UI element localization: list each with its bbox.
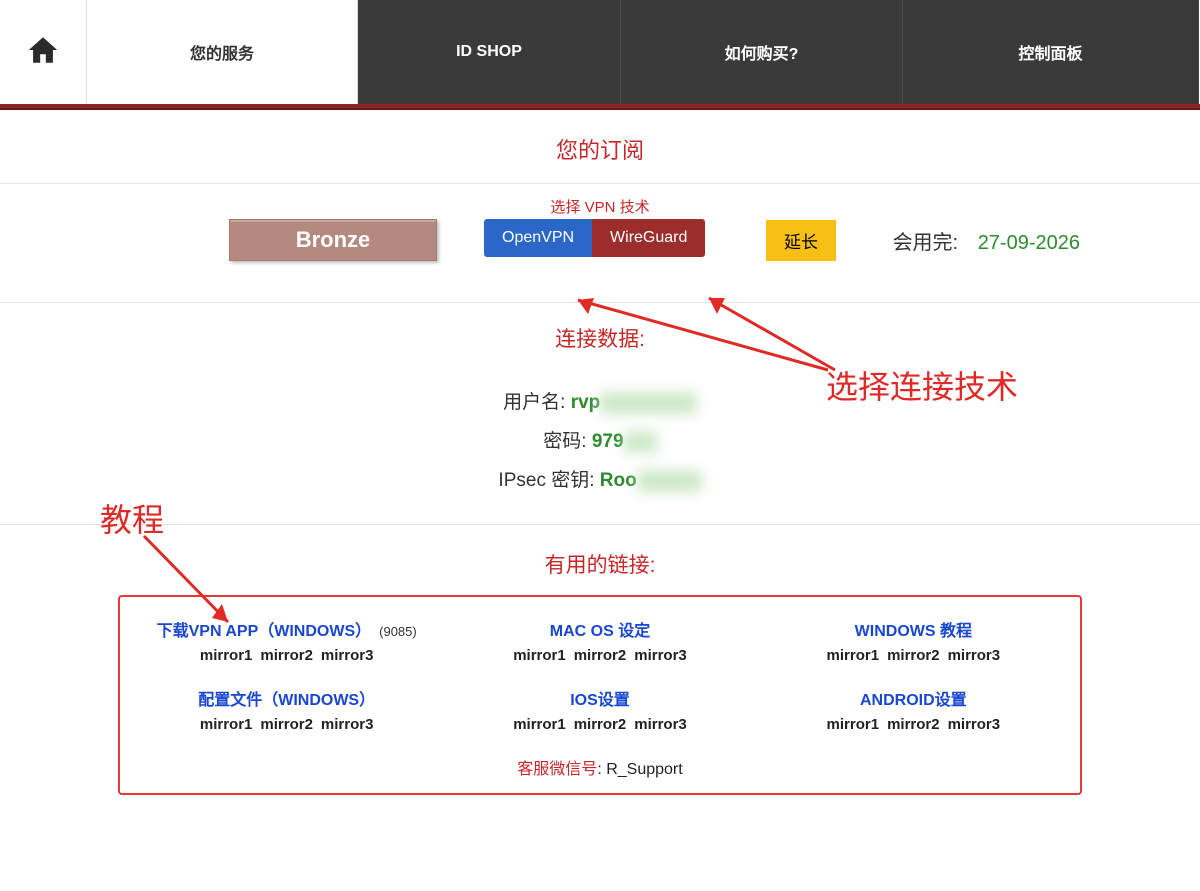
nav-panel[interactable]: 控制面板 xyxy=(903,0,1199,104)
expiry-label: 会用完: xyxy=(893,232,959,254)
link-title[interactable]: 下载VPN APP（WINDOWS）(9085) xyxy=(130,617,443,641)
mirror-link[interactable]: mirror1 xyxy=(200,647,253,664)
mirror-link[interactable]: mirror3 xyxy=(948,647,1001,664)
mirror-link[interactable]: mirror1 xyxy=(827,647,880,664)
link-count: (9085) xyxy=(379,624,417,639)
password-label: 密码: xyxy=(543,431,586,452)
mirror-link[interactable]: mirror1 xyxy=(200,716,253,733)
mirror-link[interactable]: mirror2 xyxy=(887,716,940,733)
link-title[interactable]: WINDOWS 教程 xyxy=(757,617,1070,641)
nav-services[interactable]: 您的服务 xyxy=(87,0,358,104)
nav-how[interactable]: 如何购买? xyxy=(621,0,903,104)
mirror-link[interactable]: mirror2 xyxy=(260,647,313,664)
mirror-link[interactable]: mirror1 xyxy=(513,647,566,664)
mirror-link[interactable]: mirror3 xyxy=(634,647,687,664)
link-title[interactable]: ANDROID设置 xyxy=(757,686,1070,710)
mirror-link[interactable]: mirror2 xyxy=(574,647,627,664)
support-line: 客服微信号: R_Support xyxy=(130,755,1070,779)
mirror-link[interactable]: mirror1 xyxy=(827,716,880,733)
ipsec-prefix: Roo xyxy=(600,470,637,491)
password-hidden: xx xyxy=(624,431,657,453)
link-title[interactable]: MAC OS 设定 xyxy=(443,617,756,641)
expiry-date: 27-09-2026 xyxy=(978,232,1080,254)
mirror-link[interactable]: mirror1 xyxy=(513,716,566,733)
mirror-link[interactable]: mirror3 xyxy=(634,716,687,733)
nav-how-label: 如何购买? xyxy=(725,40,799,64)
plan-name: Bronze xyxy=(296,227,371,253)
ipsec-hidden: xxxxx xyxy=(637,470,702,492)
mirror-row: mirror1 mirror2 mirror3 xyxy=(443,647,756,664)
link-cell: ANDROID设置 mirror1 mirror2 mirror3 xyxy=(757,686,1070,733)
home-icon xyxy=(26,33,60,72)
links-box: 下载VPN APP（WINDOWS）(9085)mirror1mirror2mi… xyxy=(118,595,1082,795)
vpn-tech-label: 选择 VPN 技术 xyxy=(550,196,649,217)
link-cell: WINDOWS 教程 mirror1 mirror2 mirror3 xyxy=(757,617,1070,664)
mirror-row: mirror1 mirror2 mirror3 xyxy=(130,716,443,733)
link-title[interactable]: 配置文件（WINDOWS） xyxy=(130,686,443,710)
nav-underline xyxy=(0,104,1200,110)
mirror-link[interactable]: mirror3 xyxy=(321,716,374,733)
support-label: 客服微信号 xyxy=(517,761,597,778)
mirror-link[interactable]: mirror3 xyxy=(948,716,1001,733)
mirror-link[interactable]: mirror3 xyxy=(321,647,374,664)
link-cell: 下载VPN APP（WINDOWS）(9085)mirror1mirror2mi… xyxy=(130,617,443,664)
expiry: 会用完: 27-09-2026 xyxy=(893,226,1080,255)
openvpn-button[interactable]: OpenVPN xyxy=(484,219,592,257)
password-prefix: 979 xyxy=(592,431,624,452)
mirror-link[interactable]: mirror2 xyxy=(260,716,313,733)
mirror-link[interactable]: mirror2 xyxy=(887,647,940,664)
top-nav: 您的服务 ID SHOP 如何购买? 控制面板 xyxy=(0,0,1200,105)
support-value: R_Support xyxy=(606,761,683,778)
links-grid: 下载VPN APP（WINDOWS）(9085)mirror1mirror2mi… xyxy=(130,617,1070,733)
username-label: 用户名: xyxy=(503,392,565,413)
mirror-link[interactable]: mirror2 xyxy=(574,716,627,733)
password-row: 密码: 979xx xyxy=(543,426,656,453)
connection-section: 连接数据: 用户名: rvpxxxxxxxx 密码: 979xx IPsec 密… xyxy=(0,303,1200,524)
divider xyxy=(0,524,1200,525)
extend-button[interactable]: 延长 xyxy=(766,220,836,261)
links-title: 有用的链接: xyxy=(0,549,1200,579)
mirror-row: mirror1 mirror2 mirror3 xyxy=(757,647,1070,664)
vpn-tech-toggle: OpenVPN WireGuard xyxy=(484,219,705,257)
plan-row: 选择 VPN 技术 Bronze OpenVPN WireGuard 延长 会用… xyxy=(0,184,1200,302)
colon: : xyxy=(597,761,606,778)
nav-home[interactable] xyxy=(0,0,87,104)
nav-shop-label: ID SHOP xyxy=(456,43,522,61)
ipsec-row: IPsec 密钥: Rooxxxxx xyxy=(498,465,701,492)
mirror-row: mirror1 mirror2 mirror3 xyxy=(757,716,1070,733)
nav-shop[interactable]: ID SHOP xyxy=(358,0,621,104)
wireguard-button[interactable]: WireGuard xyxy=(592,219,705,257)
link-cell: IOS设置 mirror1 mirror2 mirror3 xyxy=(443,686,756,733)
connection-title: 连接数据: xyxy=(0,323,1200,353)
username-row: 用户名: rvpxxxxxxxx xyxy=(503,387,697,414)
nav-panel-label: 控制面板 xyxy=(1018,40,1082,64)
plan-badge: Bronze xyxy=(229,219,437,261)
link-cell: MAC OS 设定 mirror1 mirror2 mirror3 xyxy=(443,617,756,664)
ipsec-label: IPsec 密钥: xyxy=(498,470,594,491)
nav-services-label: 您的服务 xyxy=(190,40,254,64)
mirror-row: mirror1 mirror2 mirror3 xyxy=(130,647,443,664)
username-prefix: rvp xyxy=(571,392,601,413)
link-cell: 配置文件（WINDOWS） mirror1 mirror2 mirror3 xyxy=(130,686,443,733)
mirror-row: mirror1 mirror2 mirror3 xyxy=(443,716,756,733)
link-title[interactable]: IOS设置 xyxy=(443,686,756,710)
subscription-title: 您的订阅 xyxy=(0,133,1200,165)
username-hidden: xxxxxxxx xyxy=(600,392,697,414)
